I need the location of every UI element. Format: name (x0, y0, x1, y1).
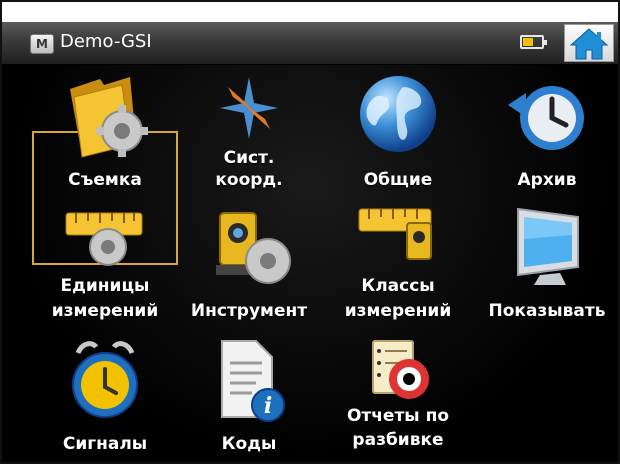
app-menu-badge[interactable]: M (30, 34, 54, 54)
home-button[interactable] (564, 24, 614, 62)
top-margin (2, 2, 618, 22)
battery-icon (520, 35, 547, 49)
survey-folder-icon (70, 77, 148, 158)
tile-label: Архив (517, 170, 577, 190)
ruler-gear-icon (65, 212, 143, 266)
tile-codes[interactable]: i Коды (184, 337, 314, 462)
report-lifebuoy-icon (372, 340, 429, 399)
tile-measurement-classes[interactable]: Классы измерений (333, 205, 463, 335)
monitor-icon (517, 207, 579, 285)
ruler-instrument-icon (358, 208, 432, 260)
battery-level-fill (523, 38, 533, 46)
tile-label-line-1: Сист. (223, 148, 275, 168)
tile-display[interactable]: Показывать (482, 205, 612, 335)
tile-label-line-1: Классы (361, 276, 435, 296)
tile-survey[interactable]: Съемка (40, 65, 170, 199)
tile-label-line-2: разбивке (352, 430, 444, 450)
tile-general[interactable]: Общие (333, 65, 463, 199)
tile-label-line-1: Единицы (60, 276, 150, 296)
launcher-grid: Съемка Сист. коорд. Общие Архив Единицы … (2, 65, 618, 462)
title-bar: M Demo-GSI (2, 22, 618, 65)
compass-icon (220, 77, 278, 139)
tile-instrument[interactable]: Инструмент (184, 205, 314, 335)
archive-clock-icon (508, 86, 584, 150)
tile-units[interactable]: Единицы измерений (40, 205, 170, 335)
instrument-gear-icon (216, 212, 291, 284)
document-info-icon: i (221, 340, 285, 422)
globe-icon (360, 76, 436, 152)
tile-signals[interactable]: Сигналы (40, 337, 170, 462)
tile-coord-system[interactable]: Сист. коорд. (184, 65, 314, 199)
app-title: Demo-GSI (60, 31, 152, 52)
tile-stakeout-reports[interactable]: Отчеты по разбивке (333, 337, 463, 462)
tile-archive[interactable]: Архив (482, 65, 612, 199)
alarm-clock-icon (72, 341, 138, 418)
device-screen: M Demo-GSI Съемка Сист. коорд. Общие Арх… (0, 0, 620, 464)
home-icon (569, 28, 609, 60)
svg-text:i: i (264, 393, 272, 419)
tile-label: Показывать (488, 301, 606, 321)
tile-label-line-1: Отчеты по (346, 406, 450, 426)
